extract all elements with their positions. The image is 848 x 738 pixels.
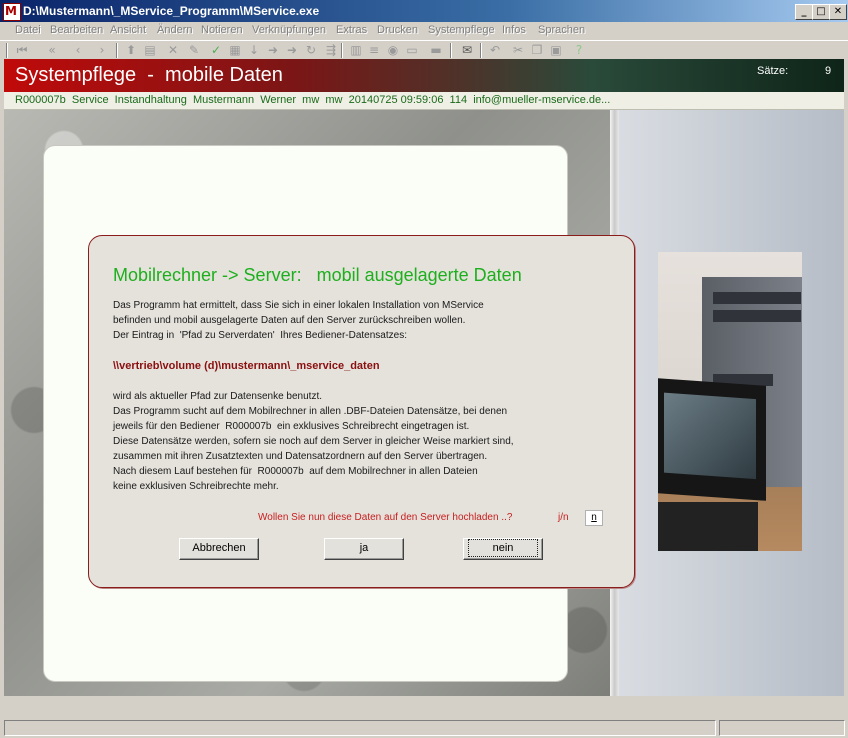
export-icon[interactable]: ⬆ [124, 43, 138, 57]
menu-ansicht[interactable]: Ansicht [110, 24, 146, 36]
forward-all-icon[interactable]: ➜ [285, 43, 299, 57]
close-button[interactable]: ✕ [829, 4, 847, 20]
upload-dialog: Mobilrechner -> Server: mobil ausgelager… [88, 235, 635, 588]
menu-drucken[interactable]: Drucken [377, 24, 418, 36]
delete-icon[interactable]: ✕ [166, 43, 180, 57]
no-button[interactable]: nein [463, 538, 543, 560]
records-count: 9 [825, 65, 832, 77]
yes-no-hint: j/n [558, 512, 569, 523]
next-record-icon[interactable]: › [95, 43, 109, 57]
building-icon[interactable]: ▥ [349, 43, 363, 57]
menu-extras[interactable]: Extras [336, 24, 367, 36]
prev-page-icon[interactable]: « [45, 43, 59, 57]
dialog-text-line: keine exklusiven Schreibrechte mehr. [113, 481, 279, 492]
app-icon[interactable]: M [3, 3, 21, 21]
drive-bay [713, 292, 801, 304]
menu-systempflege[interactable]: Systempflege [428, 24, 495, 36]
dialog-text-line: Das Programm hat ermittelt, dass Sie sic… [113, 300, 484, 311]
cancel-button[interactable]: Abbrechen [179, 538, 259, 560]
menu-verknuepfungen[interactable]: Verknüpfungen [252, 24, 326, 36]
laptop-graphic [658, 378, 766, 501]
page-title: Systempflege - mobile Daten [15, 64, 283, 86]
list-icon[interactable]: ≡ [367, 43, 381, 57]
window-title-bar: M D:\Mustermann\_MService_Programm\MServ… [0, 0, 848, 22]
forward-icon[interactable]: ➜ [266, 43, 280, 57]
module-header: Systempflege - mobile Daten Sätze: 9 [4, 59, 844, 92]
yes-button[interactable]: ja [324, 538, 404, 560]
menu-sprachen[interactable]: Sprachen [538, 24, 585, 36]
menu-datei[interactable]: Datei [15, 24, 41, 36]
toolbar-separator [341, 43, 343, 58]
menu-bar: Datei Bearbeiten Ansicht Ändern Notieren… [0, 22, 848, 40]
prev-record-icon[interactable]: ‹ [71, 43, 85, 57]
menu-aendern[interactable]: Ändern [157, 24, 192, 36]
download-icon[interactable]: ↓ [247, 43, 261, 57]
laptop-base [658, 502, 758, 551]
import-icon[interactable]: ▤ [143, 43, 157, 57]
server-path: \\vertrieb\volume (d)\mustermann\_mservi… [113, 360, 380, 372]
branch-icon[interactable]: ⇶ [324, 43, 338, 57]
edit-icon[interactable]: ✎ [187, 43, 201, 57]
print-icon[interactable]: ▬ [429, 43, 443, 57]
dialog-text-line: Der Eintrag in 'Pfad zu Serverdaten' Ihr… [113, 330, 407, 341]
no-button-label: nein [467, 539, 539, 557]
help-icon[interactable]: ? [572, 43, 586, 57]
view-icon[interactable]: ◉ [386, 43, 400, 57]
dialog-text-line: Das Programm sucht auf dem Mobilrechner … [113, 406, 508, 417]
undo-icon[interactable]: ↶ [488, 43, 502, 57]
confirm-icon[interactable]: ✓ [209, 43, 223, 57]
minimize-button[interactable]: _ [795, 4, 813, 20]
form-icon[interactable]: ▦ [228, 43, 242, 57]
refresh-icon[interactable]: ↻ [304, 43, 318, 57]
toolbar-separator [450, 43, 452, 58]
record-info-bar: R000007b Service Instandhaltung Musterma… [4, 92, 844, 110]
laptop-display [664, 392, 756, 480]
record-info-text: R000007b Service Instandhaltung Musterma… [15, 94, 611, 106]
menu-bearbeiten[interactable]: Bearbeiten [50, 24, 103, 36]
paste-icon[interactable]: ▣ [549, 43, 563, 57]
status-bar [0, 718, 848, 738]
maximize-button[interactable]: □ [812, 4, 830, 20]
window-title: D:\Mustermann\_MService_Programm\MServic… [23, 4, 320, 18]
dialog-text-line: wird als aktueller Pfad zur Datensenke b… [113, 391, 322, 402]
menu-infos[interactable]: Infos [502, 24, 526, 36]
copy-icon[interactable]: ❐ [530, 43, 544, 57]
dialog-text-line: jeweils für den Bediener R000007b ein ex… [113, 421, 470, 432]
dialog-text-line: zusammen mit ihren Zusatztexten und Date… [113, 451, 488, 462]
mail-icon[interactable]: ✉ [460, 43, 474, 57]
dialog-text-line: Nach diesem Lauf bestehen für R000007b a… [113, 466, 478, 477]
dialog-text-line: Diese Datensätze werden, sofern sie noch… [113, 436, 514, 447]
computer-photo [658, 252, 802, 551]
dialog-title: Mobilrechner -> Server: mobil ausgelager… [113, 265, 522, 285]
cut-icon[interactable]: ✂ [511, 43, 525, 57]
upload-question: Wollen Sie nun diese Daten auf den Serve… [258, 512, 513, 523]
status-panel-main [4, 720, 716, 736]
status-panel-secondary [719, 720, 845, 736]
dialog-text-line: befinden und mobil ausgelagerte Daten au… [113, 315, 466, 326]
folder-icon[interactable]: ▭ [405, 43, 419, 57]
toolbar-separator [116, 43, 118, 58]
toolbar: ⏮ « ‹ › ⬆ ▤ ✕ ✎ ✓ ▦ ↓ ➜ ➜ ↻ ⇶ ▥ ≡ ◉ ▭ ▬ … [0, 40, 848, 60]
toolbar-separator [6, 43, 8, 58]
menu-notieren[interactable]: Notieren [201, 24, 243, 36]
records-label: Sätze: [757, 65, 789, 77]
toolbar-separator [480, 43, 482, 58]
first-record-icon[interactable]: ⏮ [15, 43, 29, 57]
answer-input[interactable]: n [585, 510, 603, 526]
drive-bay [713, 310, 801, 322]
bottom-strip [4, 696, 844, 716]
